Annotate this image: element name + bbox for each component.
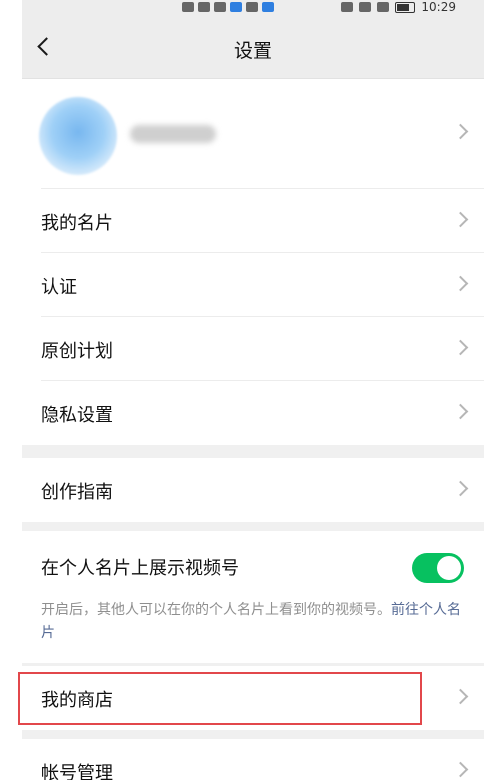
chevron-right-icon	[452, 688, 469, 705]
settings-group-3: 在个人名片上展示视频号 开启后，其他人可以在你的个人名片上看到你的视频号。前往个…	[22, 531, 484, 663]
setting-item-creation-guide[interactable]: 创作指南	[22, 458, 484, 522]
chevron-right-icon	[452, 123, 469, 140]
highlight-box	[18, 672, 422, 725]
setting-item-label: 隐私设置	[41, 405, 113, 426]
setting-item-original-plan[interactable]: 原创计划	[22, 317, 484, 381]
chevron-right-icon	[452, 403, 469, 420]
setting-item-label: 原创计划	[41, 341, 113, 362]
toggle-knob	[437, 556, 461, 580]
setting-item-label: 创作指南	[41, 482, 113, 503]
bluetooth-icon	[359, 2, 372, 12]
status-time: 10:29	[421, 0, 456, 14]
settings-group-1: 我的名片 认证 原创计划 隐私设置	[22, 79, 484, 445]
chevron-right-icon	[452, 275, 469, 292]
setting-item-label: 帐号管理	[41, 763, 113, 780]
video-channel-toggle-row: 在个人名片上展示视频号 开启后，其他人可以在你的个人名片上看到你的视频号。前往个…	[22, 531, 484, 663]
status-left-icons	[182, 0, 274, 14]
signal-icon	[198, 2, 210, 12]
chevron-right-icon	[452, 761, 469, 778]
setting-item-account-management[interactable]: 帐号管理	[22, 739, 484, 780]
status-bar: 10:29	[22, 0, 484, 18]
phone-screen: 10:29 设置 我的名片 认证 原创计划 隐私设置 创作指南 在个人名片上展示…	[22, 0, 484, 780]
hd-icon	[182, 2, 194, 12]
setting-item-label: 我的名片	[41, 213, 113, 234]
setting-item-verification[interactable]: 认证	[22, 253, 484, 317]
bell-icon	[246, 2, 258, 12]
nav-bar: 设置	[22, 18, 484, 79]
setting-item-my-card[interactable]: 我的名片	[22, 189, 484, 253]
screenshot-frame: 10:29 设置 我的名片 认证 原创计划 隐私设置 创作指南 在个人名片上展示…	[0, 0, 484, 780]
chevron-right-icon	[452, 211, 469, 228]
settings-group-2: 创作指南	[22, 458, 484, 522]
mute-icon	[377, 2, 390, 12]
profile-name	[130, 125, 216, 143]
profile-row[interactable]	[22, 79, 484, 189]
video-channel-toggle[interactable]	[412, 553, 464, 583]
setting-item-label: 认证	[41, 277, 77, 298]
chevron-right-icon	[452, 339, 469, 356]
battery-icon	[395, 1, 416, 13]
notification-icon	[230, 2, 242, 12]
status-right-icons: 10:29	[341, 0, 456, 14]
avatar	[39, 97, 117, 175]
video-channel-label: 在个人名片上展示视频号	[41, 558, 239, 579]
alarm-icon	[341, 2, 354, 12]
chevron-right-icon	[452, 480, 469, 497]
wifi-icon	[214, 2, 226, 12]
page-title: 设置	[233, 40, 272, 62]
description-text: 开启后，其他人可以在你的个人名片上看到你的视频号。	[41, 602, 391, 618]
video-channel-description: 开启后，其他人可以在你的个人名片上看到你的视频号。前往个人名片	[41, 599, 461, 645]
setting-item-privacy[interactable]: 隐私设置	[22, 381, 484, 445]
settings-group-5: 帐号管理	[22, 739, 484, 780]
app-icon	[262, 2, 274, 12]
